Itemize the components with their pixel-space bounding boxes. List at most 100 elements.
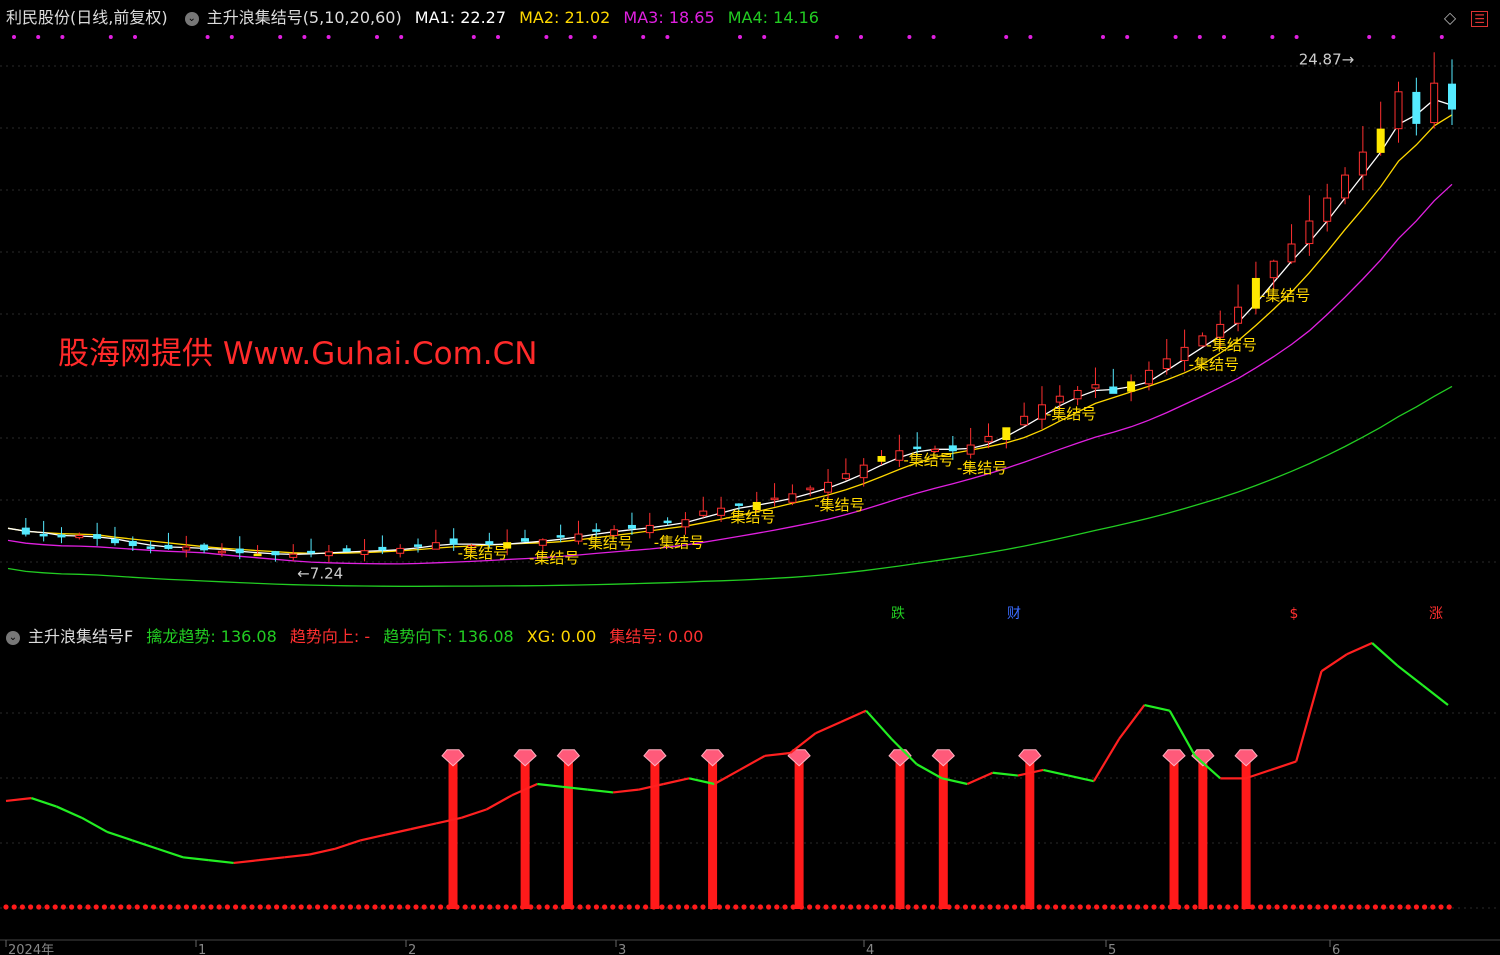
signal-dot [544,35,549,39]
trend-segment [334,839,361,850]
signal-bar [794,761,804,909]
signal-dot [375,35,379,39]
candle-body [1127,381,1136,392]
trend-segment [865,709,893,740]
trend-segment [410,822,437,831]
candle-body [1037,404,1046,420]
baseline-dot [200,904,206,910]
candle-body [110,538,119,544]
trend-segment [385,828,412,836]
baseline-dot [208,904,214,910]
candle-body [1144,369,1153,385]
baseline-dot [118,904,124,910]
candle-body [217,550,226,554]
trend-segment [1371,642,1399,667]
trend-segment [1118,704,1146,740]
baseline-dot [1364,904,1370,910]
baseline-dot [716,904,723,910]
x-axis-label: 3 [618,943,626,955]
signal-dot [568,35,573,39]
baseline-dot [397,904,403,910]
baseline-dot [356,904,362,910]
x-axis-label: 1 [198,943,206,955]
candle-body [75,534,84,539]
price-chart[interactable]: 24.87→←7.24-集结号 -集结号-集结号 -集结号-集结号-集结号-集结号 -… [0,0,1500,620]
candle-body [146,546,155,549]
signal-label: -集结号 [957,459,1007,477]
baseline-dot [766,904,772,910]
baseline-dot [1069,904,1075,910]
baseline-dot [1192,904,1198,910]
trend-segment [1295,670,1323,762]
gem-icon [700,749,725,767]
candle-body [663,520,672,524]
candle-body [788,493,797,503]
baseline-dot [741,904,747,910]
gem-icon [888,749,912,767]
baseline-dot [429,904,435,910]
baseline-dot [265,904,271,910]
signal-dot [229,35,234,39]
candle-body [39,533,48,537]
signal-dot [1173,35,1178,39]
trend-segment [663,777,690,786]
gem-icon [1018,749,1042,767]
indicator-chart[interactable]: 2024年 1 2 3 4 5 6 [0,625,1500,955]
baseline-dot [274,904,280,910]
baseline-dot [142,904,148,910]
trend-segment [992,771,1019,777]
baseline-dot [85,904,91,910]
signal-label: -集结号 [654,533,704,551]
baseline-dot [372,904,378,910]
candle-body [307,550,316,554]
signal-dot [36,35,41,39]
baseline-dot [69,904,75,910]
candle-body [1448,83,1456,110]
baseline-dot [1233,904,1239,910]
baseline-dot [159,904,165,910]
baseline-dot [257,904,263,910]
baseline-dot [52,904,58,910]
baseline-dot [700,904,706,910]
trend-segment [106,830,133,842]
baseline-dot [1307,904,1313,910]
candle-body [806,487,815,491]
baseline-dot [1012,904,1018,910]
trend-segment [182,856,209,862]
baseline-dot [602,904,608,910]
trend-segment [1320,653,1348,673]
baseline-dot [1266,904,1272,910]
baseline-dot [487,904,493,910]
signal-dot [1197,35,1202,39]
x-axis-label: 5 [1108,943,1116,955]
baseline-dot [831,904,837,910]
signal-dot [1367,35,1372,39]
candle-body [1198,335,1207,347]
baseline-dot [241,904,247,910]
candle-body [1073,389,1082,400]
signal-dot [471,35,476,39]
baseline-dot [626,904,632,910]
baseline-dot [536,904,542,910]
baseline-dot [889,904,895,910]
candle-body [1358,151,1367,176]
trend-segment [1168,710,1196,757]
candle-body [574,533,583,542]
baseline-dot [1077,904,1083,910]
baseline-dot [306,904,312,910]
candle-body [1020,415,1029,426]
trend-segment [739,754,766,771]
candle-body [556,535,565,538]
candle-body [1323,197,1332,222]
candle-body [414,544,423,547]
trend-segment [208,859,234,865]
baseline-dot [1258,904,1264,910]
baseline-dot [1225,904,1231,910]
signal-label: -集结号 [725,508,775,526]
baseline-dot [1331,904,1337,910]
candle-body [1180,346,1189,362]
low-price-label: ←7.24 [297,565,343,583]
baseline-dot [224,904,230,910]
baseline-dot [1282,904,1288,910]
baseline-dot [126,904,132,910]
